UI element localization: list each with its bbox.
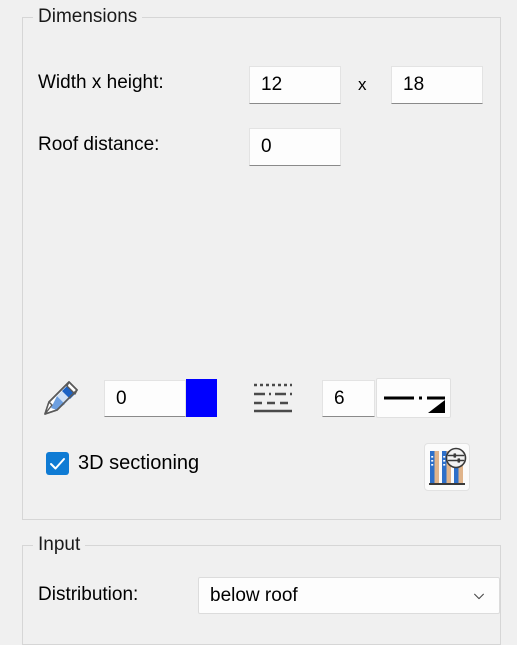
3d-sectioning-label: 3D sectioning xyxy=(78,452,200,474)
line-weight-input[interactable]: 6 xyxy=(322,380,375,417)
check-icon xyxy=(50,458,65,470)
width-input[interactable]: 12 xyxy=(249,66,341,104)
roof-distance-input[interactable]: 0 xyxy=(249,128,341,166)
height-input[interactable]: 18 xyxy=(391,66,483,104)
section-settings-icon xyxy=(429,447,467,485)
pencil-icon[interactable] xyxy=(40,377,82,419)
chevron-down-icon xyxy=(465,578,493,613)
width-height-label: Width x height: xyxy=(38,72,164,93)
input-group-title: Input xyxy=(33,534,86,556)
distribution-select[interactable]: below roof xyxy=(198,577,500,614)
roof-distance-label: Roof distance: xyxy=(38,134,160,155)
line-style-icon[interactable] xyxy=(253,382,293,414)
dimensions-group-title: Dimensions xyxy=(33,6,143,28)
pen-width-input[interactable]: 0 xyxy=(104,380,186,417)
times-separator-label: x xyxy=(358,75,367,94)
line-style-preview-dropdown[interactable] xyxy=(376,378,451,418)
pen-color-swatch[interactable] xyxy=(186,379,217,417)
section-settings-button[interactable] xyxy=(424,443,470,491)
distribution-select-value: below roof xyxy=(210,584,298,606)
distribution-label: Distribution: xyxy=(38,584,139,605)
3d-sectioning-checkbox[interactable] xyxy=(46,452,69,475)
